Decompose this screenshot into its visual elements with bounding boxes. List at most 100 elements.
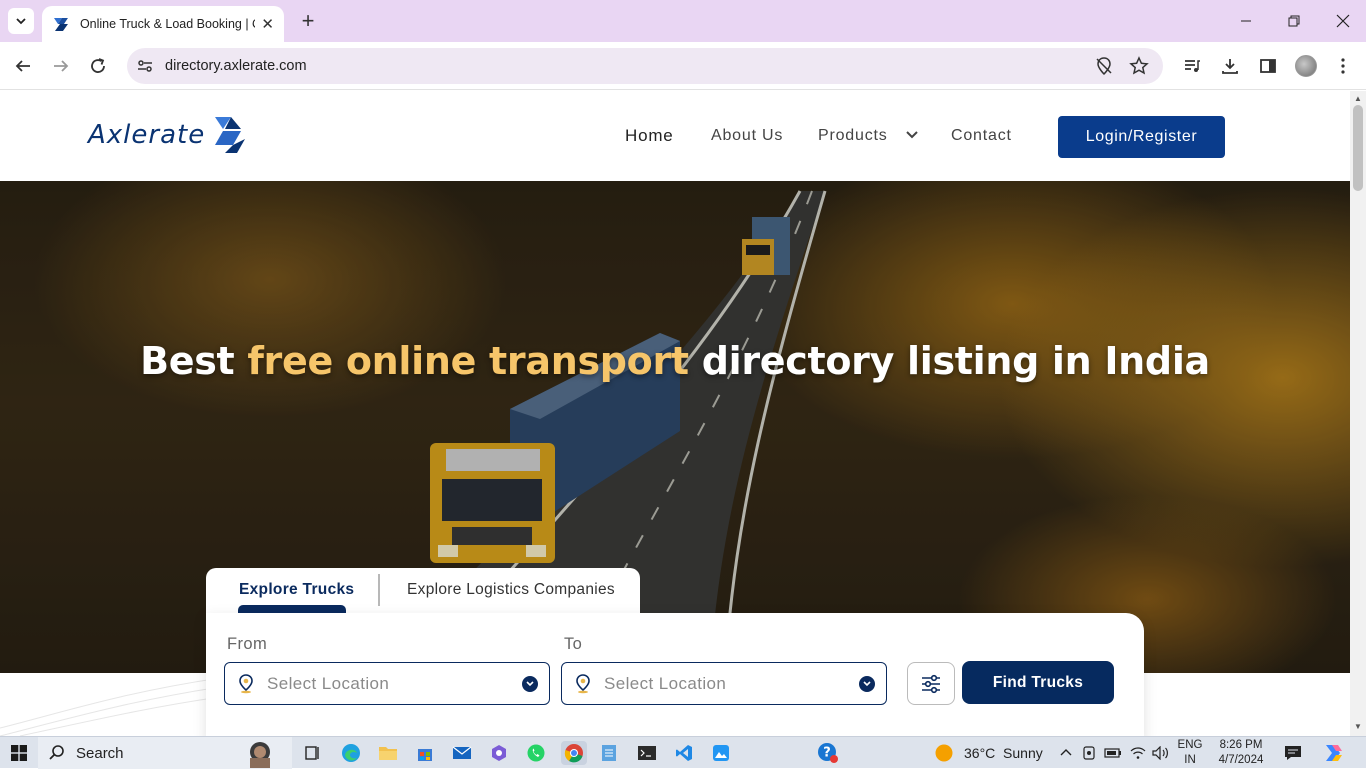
side-panel-icon bbox=[1260, 59, 1276, 73]
network-tray-icon[interactable] bbox=[1126, 741, 1150, 765]
terminal-taskbar-icon[interactable] bbox=[635, 741, 659, 765]
copilot-icon bbox=[492, 745, 506, 761]
new-tab-button[interactable]: + bbox=[296, 8, 320, 34]
battery-tray-icon[interactable] bbox=[1101, 741, 1125, 765]
tab-search-button[interactable] bbox=[8, 8, 34, 34]
vscode-icon bbox=[676, 745, 692, 761]
playlist-icon bbox=[1185, 60, 1200, 72]
weather-widget[interactable]: 36°C Sunny bbox=[934, 743, 1043, 763]
whatsapp-taskbar-icon[interactable] bbox=[524, 741, 548, 765]
logo-text: Axlerate bbox=[88, 120, 206, 150]
chrome-taskbar-icon[interactable] bbox=[561, 741, 587, 765]
battery-icon bbox=[1104, 748, 1121, 758]
from-label: From bbox=[227, 635, 268, 653]
copilot-tray-icon[interactable] bbox=[1321, 741, 1345, 765]
chevron-down-icon bbox=[16, 18, 26, 25]
scrollbar-thumb[interactable] bbox=[1353, 105, 1363, 191]
to-label: To bbox=[564, 635, 583, 653]
mail-taskbar-icon[interactable] bbox=[450, 741, 474, 765]
truck-search-card: From To Select Location Select Location … bbox=[206, 613, 1144, 736]
browser-tab-active[interactable]: Online Truck & Load Booking | Online Tra… bbox=[42, 6, 284, 42]
taskbar-search[interactable]: Search bbox=[38, 737, 292, 769]
nav-about-us[interactable]: About Us bbox=[711, 127, 783, 145]
axlerate-favicon-icon bbox=[53, 18, 68, 31]
language-indicator[interactable]: ENG IN bbox=[1174, 738, 1206, 768]
find-trucks-button[interactable]: Find Trucks bbox=[962, 661, 1114, 704]
scroll-down-icon[interactable]: ▼ bbox=[1354, 722, 1362, 731]
from-location-select[interactable]: Select Location bbox=[224, 662, 550, 705]
browser-menu-button[interactable] bbox=[1331, 54, 1355, 78]
location-pin-icon bbox=[239, 674, 253, 694]
close-window-button[interactable] bbox=[1328, 8, 1358, 34]
hero-banner: Best free online transport directory lis… bbox=[0, 181, 1350, 673]
site-info-icon[interactable] bbox=[135, 56, 155, 76]
tab-close-icon[interactable]: ✕ bbox=[261, 15, 274, 33]
store-icon bbox=[418, 749, 432, 761]
hero-overlay bbox=[0, 181, 1350, 673]
hero-title-part2: directory listing in India bbox=[688, 339, 1211, 383]
minimize-button[interactable] bbox=[1231, 8, 1261, 34]
back-button[interactable] bbox=[11, 54, 35, 78]
speaker-icon bbox=[1152, 746, 1168, 760]
address-bar[interactable]: directory.axlerate.com bbox=[127, 48, 1163, 84]
search-highlight-image bbox=[250, 742, 270, 768]
site-header: Axlerate Home About Us Products Contact … bbox=[0, 91, 1350, 181]
login-register-button[interactable]: Login/Register bbox=[1058, 116, 1225, 158]
reload-button[interactable] bbox=[86, 54, 110, 78]
hero-title: Best free online transport directory lis… bbox=[0, 339, 1350, 383]
weather-text: 36°C Sunny bbox=[964, 745, 1043, 761]
page-viewport: Axlerate Home About Us Products Contact … bbox=[0, 91, 1350, 736]
copilot-taskbar-icon[interactable] bbox=[487, 741, 511, 765]
sun-icon bbox=[935, 744, 953, 762]
help-icon: ? bbox=[818, 743, 838, 763]
copilot-pre-icon bbox=[1326, 745, 1342, 761]
start-button[interactable] bbox=[7, 741, 31, 765]
windows-logo-icon bbox=[11, 745, 27, 761]
vscode-taskbar-icon[interactable] bbox=[672, 741, 696, 765]
to-location-select[interactable]: Select Location bbox=[561, 662, 887, 705]
scroll-up-icon[interactable]: ▲ bbox=[1354, 94, 1362, 103]
windows-taskbar: Search ? 36°C Sunny ENG IN 8:26 PM 4/7/2… bbox=[0, 736, 1366, 769]
browser-toolbar: directory.axlerate.com bbox=[0, 42, 1366, 90]
profile-avatar[interactable] bbox=[1295, 55, 1317, 77]
clock-date: 4/7/2024 bbox=[1218, 754, 1264, 766]
location-pin-icon bbox=[576, 674, 590, 694]
notifications-button[interactable] bbox=[1281, 741, 1305, 765]
downloads-button[interactable] bbox=[1218, 54, 1242, 78]
page-scrollbar[interactable]: ▲ ▼ bbox=[1350, 91, 1366, 736]
media-controls-button[interactable] bbox=[1180, 54, 1204, 78]
notepad-taskbar-icon[interactable] bbox=[597, 741, 621, 765]
from-placeholder: Select Location bbox=[267, 674, 390, 693]
device-tray-icon[interactable] bbox=[1077, 741, 1101, 765]
site-logo[interactable]: Axlerate bbox=[88, 115, 247, 155]
photos-taskbar-icon[interactable] bbox=[709, 741, 733, 765]
location-blocked-icon[interactable] bbox=[1094, 56, 1114, 76]
filter-button[interactable] bbox=[907, 662, 955, 705]
minimize-icon bbox=[1241, 20, 1251, 22]
help-taskbar-icon[interactable]: ? bbox=[816, 741, 840, 765]
restore-button[interactable] bbox=[1279, 8, 1309, 34]
task-view-button[interactable] bbox=[300, 741, 324, 765]
show-hidden-icons-button[interactable] bbox=[1054, 741, 1078, 765]
taskbar-search-label: Search bbox=[76, 744, 124, 762]
clock[interactable]: 8:26 PM 4/7/2024 bbox=[1210, 738, 1272, 768]
file-explorer-taskbar-icon[interactable] bbox=[376, 741, 400, 765]
forward-button[interactable] bbox=[49, 54, 73, 78]
browser-tab-strip: Online Truck & Load Booking | Online Tra… bbox=[0, 0, 1366, 42]
bookmark-star-icon[interactable] bbox=[1129, 56, 1149, 76]
store-taskbar-icon[interactable] bbox=[413, 741, 437, 765]
tab-explore-trucks[interactable]: Explore Trucks bbox=[239, 581, 354, 599]
nav-contact[interactable]: Contact bbox=[951, 127, 1012, 145]
side-panel-button[interactable] bbox=[1256, 54, 1280, 78]
axlerate-logo-mark-icon bbox=[215, 117, 246, 153]
back-arrow-icon bbox=[15, 60, 30, 72]
volume-tray-icon[interactable] bbox=[1149, 741, 1173, 765]
url-text: directory.axlerate.com bbox=[165, 58, 307, 74]
nav-home[interactable]: Home bbox=[625, 126, 674, 146]
dropdown-chevron-icon bbox=[859, 676, 875, 692]
mail-icon bbox=[452, 746, 472, 759]
nav-products[interactable]: Products bbox=[818, 127, 919, 145]
clock-time: 8:26 PM bbox=[1219, 739, 1263, 751]
edge-taskbar-icon[interactable] bbox=[339, 741, 363, 765]
tab-explore-logistics[interactable]: Explore Logistics Companies bbox=[407, 581, 615, 599]
